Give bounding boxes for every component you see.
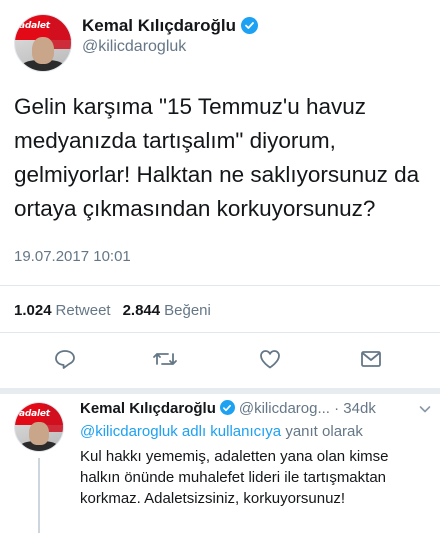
avatar-party-logo: adalet (19, 409, 50, 419)
reply-text: Kul hakkı yememiş, adaletten yana olan k… (80, 448, 389, 507)
avatar-party-logo: adalet (19, 21, 50, 31)
engagement-stats: 1.024 Retweet 2.844 Beğeni (14, 302, 211, 319)
reply-author-display-name[interactable]: Kemal Kılıçdaroğlu (80, 400, 216, 417)
divider (0, 285, 440, 286)
tweet-text: Gelin karşıma "15 Temmuz'u havuz medyanı… (14, 94, 420, 221)
author-display-name[interactable]: Kemal Kılıçdaroğlu (82, 16, 236, 35)
retweet-stat[interactable]: 1.024 Retweet (14, 302, 111, 319)
chevron-down-icon[interactable] (418, 402, 432, 416)
direct-message-button[interactable] (358, 346, 384, 372)
like-stat[interactable]: 2.844 Beğeni (123, 302, 211, 319)
avatar[interactable]: adalet (14, 402, 64, 452)
retweet-icon (153, 353, 177, 365)
like-icon (260, 350, 280, 369)
like-count: 2.844 (122, 302, 161, 319)
reply-tweet[interactable]: adalet Kemal Kılıçdaroğlu @kilicdarog... … (0, 388, 440, 533)
reply-author-row[interactable]: Kemal Kılıçdaroğlu @kilicdarog... · 34dk (80, 400, 376, 417)
divider (0, 332, 440, 333)
like-label: Beğeni (164, 302, 211, 319)
author-handle[interactable]: @kilicdarogluk (82, 38, 186, 56)
verified-badge-icon (240, 17, 258, 34)
reply-icon (55, 350, 75, 369)
verified-badge-icon (219, 400, 235, 415)
author-name-row[interactable]: Kemal Kılıçdaroğlu (82, 16, 258, 36)
reply-handle-time: @kilicdarog... · 34dk (238, 400, 376, 417)
retweet-label: Retweet (55, 302, 111, 319)
retweet-count: 1.024 (14, 302, 52, 319)
direct-message-icon (361, 351, 381, 367)
avatar-face (31, 37, 55, 65)
like-button[interactable] (257, 346, 283, 372)
reply-context-label: yanıt olarak (285, 423, 363, 440)
reply-context: @kilicdarogluk adlı kullanıcıya yanıt ol… (80, 423, 363, 440)
retweet-button[interactable] (152, 346, 178, 372)
reply-mention-link[interactable]: @kilicdarogluk adlı kullanıcıya (80, 423, 281, 440)
reply-button[interactable] (52, 346, 78, 372)
avatar[interactable]: adalet (14, 14, 72, 72)
thread-line (38, 458, 40, 533)
tweet-timestamp[interactable]: 19.07.2017 10:01 (14, 248, 131, 265)
avatar-face (29, 422, 49, 446)
